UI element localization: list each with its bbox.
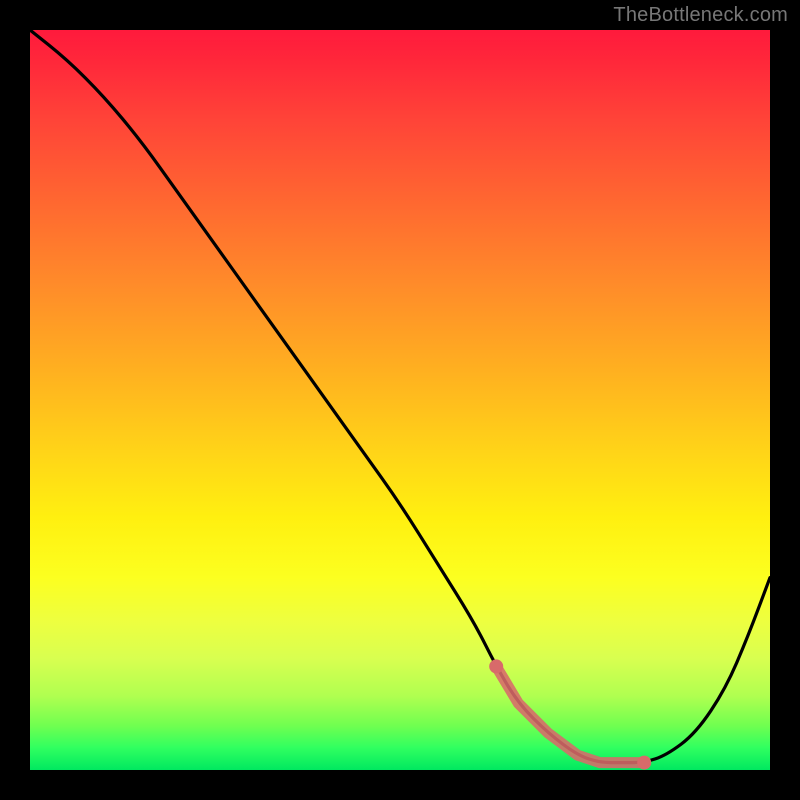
optimum-band: [496, 666, 644, 762]
plot-area: [30, 30, 770, 770]
optimum-marker-dot: [637, 756, 651, 770]
chart-frame: TheBottleneck.com: [0, 0, 800, 800]
curve-path: [30, 30, 770, 763]
optimum-marker-dot: [489, 659, 503, 673]
bottleneck-curve: [30, 30, 770, 770]
optimum-markers: [489, 659, 651, 769]
watermark-label: TheBottleneck.com: [613, 4, 788, 27]
